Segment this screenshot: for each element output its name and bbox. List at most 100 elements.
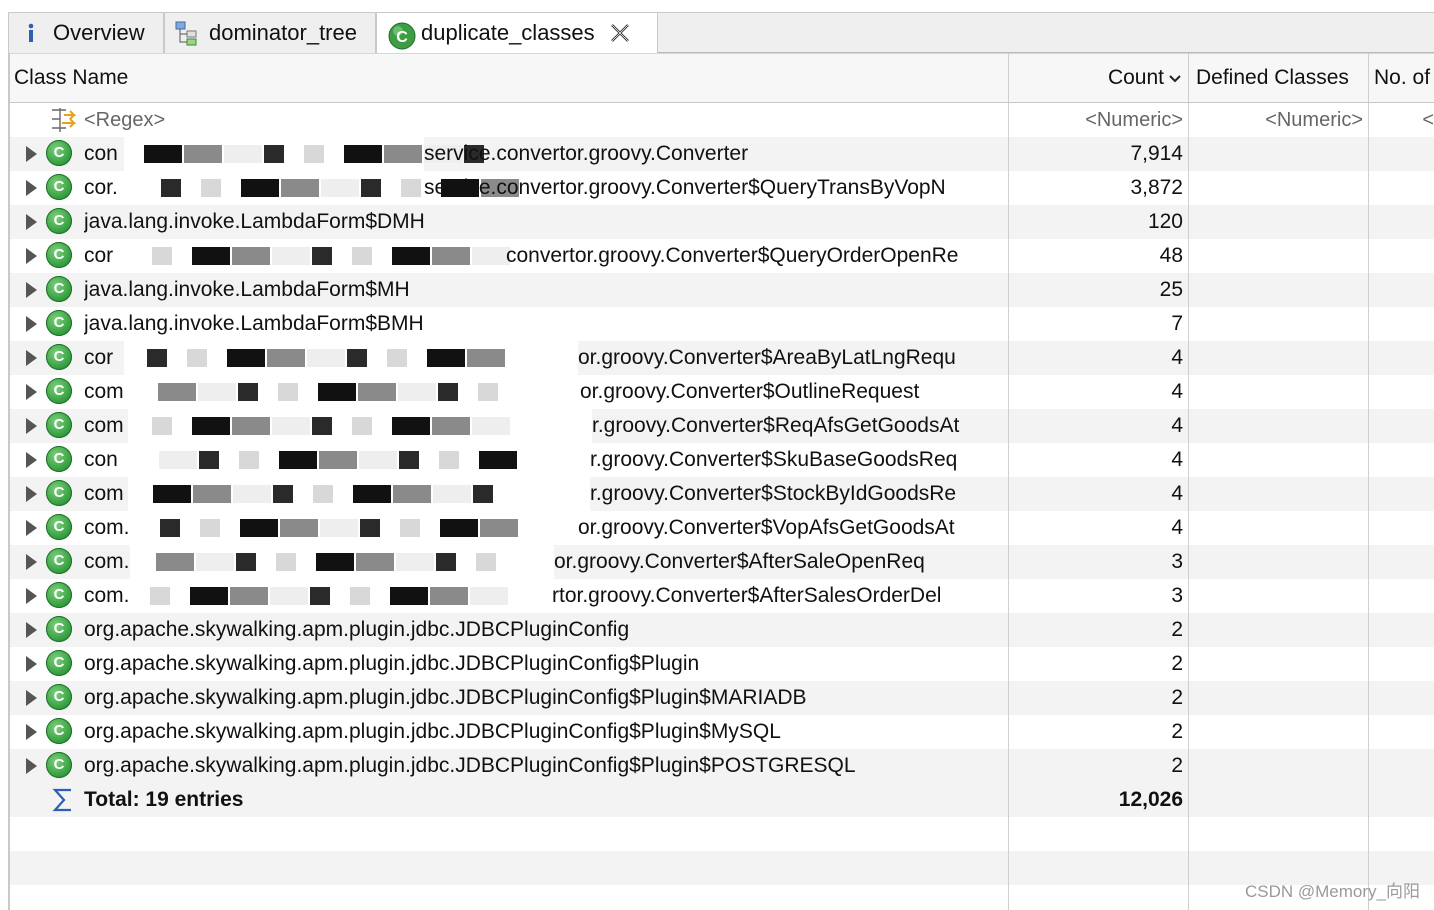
class-icon — [46, 276, 72, 302]
expand-triangle-icon[interactable] — [26, 588, 37, 604]
expand-triangle-icon[interactable] — [26, 758, 37, 774]
defined-filter-input[interactable]: <Numeric> — [1190, 103, 1363, 137]
class-name-text: org.apache.skywalking.apm.plugin.jdbc.JD… — [84, 618, 630, 641]
expand-triangle-icon[interactable] — [26, 486, 37, 502]
filter-row: <Regex> <Numeric> <Numeric> < — [8, 103, 1434, 137]
table-row[interactable]: org.apache.skywalking.apm.plugin.jdbc.JD… — [8, 613, 1434, 647]
table-row[interactable]: com. or.groovy.Converter$AfterSaleOpenReq… — [8, 545, 1434, 579]
expand-triangle-icon[interactable] — [26, 180, 37, 196]
count-cell: 7 — [1171, 312, 1183, 335]
expand-triangle-icon[interactable] — [26, 214, 37, 230]
class-icon: C — [387, 21, 416, 50]
table-row[interactable]: con service.convertor.groovy.Converter 7,9… — [8, 137, 1434, 171]
table-row[interactable]: cor or.groovy.Converter$AreaByLatLngRequ 4 — [8, 341, 1434, 375]
table-row[interactable]: org.apache.skywalking.apm.plugin.jdbc.JD… — [8, 749, 1434, 783]
class-icon — [46, 446, 72, 472]
expand-triangle-icon[interactable] — [26, 622, 37, 638]
empty-row — [8, 885, 1434, 910]
count-cell: 3 — [1171, 550, 1183, 573]
class-name-text: java.lang.invoke.LambdaForm$BMH — [84, 312, 424, 335]
table-row[interactable]: cor. service.convertor.groovy.Converter$Q… — [8, 171, 1434, 205]
count-cell: 120 — [1147, 210, 1183, 233]
table-row[interactable]: com. or.groovy.Converter$VopAfsGetGoodsAt… — [8, 511, 1434, 545]
count-cell: 2 — [1171, 652, 1183, 675]
class-icon — [46, 548, 72, 574]
class-icon — [46, 650, 72, 676]
chevron-down-icon — [1168, 66, 1182, 90]
class-icon — [46, 752, 72, 778]
svg-text:C: C — [396, 29, 408, 46]
class-name-cell: org.apache.skywalking.apm.plugin.jdbc.JD… — [84, 749, 1006, 783]
expand-triangle-icon[interactable] — [26, 690, 37, 706]
class-name-cell: org.apache.skywalking.apm.plugin.jdbc.JD… — [84, 681, 1006, 715]
table-row[interactable]: org.apache.skywalking.apm.plugin.jdbc.JD… — [8, 715, 1434, 749]
no-of-filter-input[interactable]: < — [1370, 103, 1434, 137]
table-row[interactable]: com. rtor.groovy.Converter$AfterSalesOrde… — [8, 579, 1434, 613]
count-cell: 4 — [1171, 516, 1183, 539]
redaction-mask — [128, 443, 590, 477]
tab-dominator-tree[interactable]: dominator_tree — [164, 13, 376, 53]
column-no-of[interactable]: No. of — [1374, 54, 1434, 102]
table-row[interactable]: cor convertor.groovy.Converter$QueryOrder… — [8, 239, 1434, 273]
close-icon[interactable] — [609, 22, 631, 44]
regex-filter-input[interactable]: <Regex> — [84, 103, 384, 137]
table-row[interactable]: org.apache.skywalking.apm.plugin.jdbc.JD… — [8, 681, 1434, 715]
dominator-tree-icon — [175, 21, 199, 46]
class-icon — [46, 480, 72, 506]
total-count: 12,026 — [1118, 788, 1183, 811]
expand-triangle-icon[interactable] — [26, 248, 37, 264]
count-cell: 4 — [1171, 380, 1183, 403]
count-filter-input[interactable]: <Numeric> — [1010, 103, 1183, 137]
column-count[interactable]: Count — [1010, 54, 1188, 102]
expand-triangle-icon[interactable] — [26, 316, 37, 332]
class-name-text: java.lang.invoke.LambdaForm$DMH — [84, 210, 425, 233]
expand-triangle-icon[interactable] — [26, 554, 37, 570]
table-row[interactable]: com r.groovy.Converter$ReqAfsGetGoodsAt 4 — [8, 409, 1434, 443]
redaction-mask — [128, 477, 590, 511]
class-name-suffix: service.convertor.groovy.Converter$Query… — [424, 176, 946, 199]
sum-icon — [52, 787, 74, 818]
table-row[interactable]: java.lang.invoke.LambdaForm$BMH 7 — [8, 307, 1434, 341]
table-row[interactable]: com or.groovy.Converter$OutlineRequest 4 — [8, 375, 1434, 409]
count-cell: 3,872 — [1130, 176, 1183, 199]
class-name-cell: org.apache.skywalking.apm.plugin.jdbc.JD… — [84, 613, 1006, 647]
expand-triangle-icon[interactable] — [26, 146, 37, 162]
expand-triangle-icon[interactable] — [26, 656, 37, 672]
class-icon — [46, 718, 72, 744]
class-name-text: com. — [84, 584, 130, 607]
expand-triangle-icon[interactable] — [26, 418, 37, 434]
table-row[interactable]: java.lang.invoke.LambdaForm$DMH 120 — [8, 205, 1434, 239]
class-name-text: com. — [84, 516, 130, 539]
class-name-cell: java.lang.invoke.LambdaForm$DMH — [84, 205, 1006, 239]
class-name-suffix: r.groovy.Converter$SkuBaseGoodsReq — [590, 448, 958, 471]
expand-triangle-icon[interactable] — [26, 282, 37, 298]
table-row[interactable]: java.lang.invoke.LambdaForm$MH 25 — [8, 273, 1434, 307]
class-name-text: org.apache.skywalking.apm.plugin.jdbc.JD… — [84, 686, 807, 709]
count-cell: 2 — [1171, 618, 1183, 641]
class-icon — [46, 174, 72, 200]
tab-overview[interactable]: Overview — [8, 13, 164, 53]
empty-row — [8, 817, 1434, 851]
count-cell: 4 — [1171, 448, 1183, 471]
table-row[interactable]: com r.groovy.Converter$StockByIdGoodsRe 4 — [8, 477, 1434, 511]
table-row[interactable]: con r.groovy.Converter$SkuBaseGoodsReq 4 — [8, 443, 1434, 477]
redaction-mask — [124, 341, 578, 375]
expand-triangle-icon[interactable] — [26, 452, 37, 468]
column-class-name[interactable]: Class Name — [14, 54, 1004, 102]
redaction-mask — [130, 579, 552, 613]
table-header: Class Name Count Defined Classes No. of — [8, 53, 1434, 103]
class-icon — [46, 412, 72, 438]
column-defined-classes[interactable]: Defined Classes — [1196, 54, 1370, 102]
class-name-suffix: service.convertor.groovy.Converter — [424, 142, 749, 165]
expand-triangle-icon[interactable] — [26, 724, 37, 740]
tab-duplicate-classes[interactable]: C duplicate_classes — [376, 13, 658, 54]
class-icon — [46, 310, 72, 336]
redaction-mask — [128, 375, 580, 409]
expand-triangle-icon[interactable] — [26, 384, 37, 400]
table-row[interactable]: org.apache.skywalking.apm.plugin.jdbc.JD… — [8, 647, 1434, 681]
class-icon — [46, 378, 72, 404]
expand-triangle-icon[interactable] — [26, 350, 37, 366]
class-icon — [46, 514, 72, 540]
redaction-mask — [130, 545, 554, 579]
expand-triangle-icon[interactable] — [26, 520, 37, 536]
